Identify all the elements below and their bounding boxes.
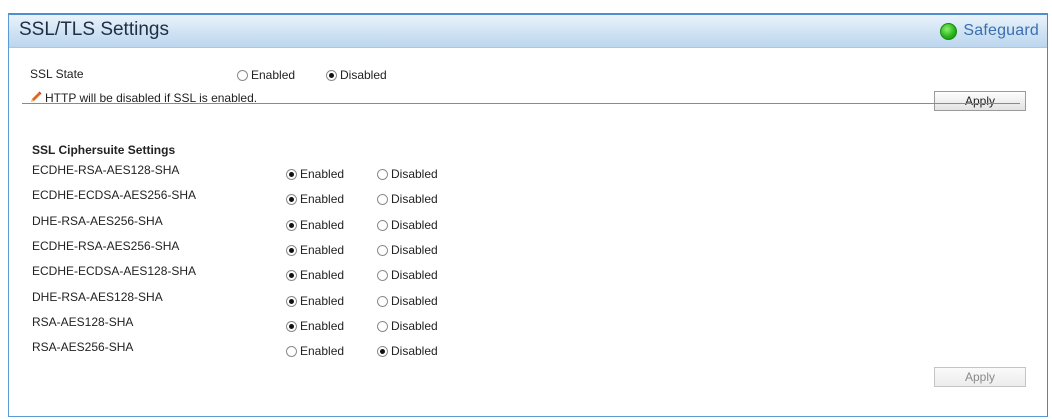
radio-icon: [377, 168, 388, 180]
radio-checked-icon: [286, 168, 297, 180]
ssl-tls-settings-panel: SSL/TLS Settings Safeguard: [8, 13, 1048, 417]
ciphersuite-disabled-label: Disabled: [391, 344, 438, 358]
ciphersuite-disabled-label: Disabled: [391, 294, 438, 308]
radio-checked-icon: [286, 269, 297, 281]
ciphersuite-section-title: SSL Ciphersuite Settings: [32, 143, 176, 157]
ciphersuite-enabled-label: Enabled: [300, 167, 345, 181]
ciphersuite-disabled-radio[interactable]: Disabled: [377, 319, 438, 333]
ciphersuite-name: ECDHE-RSA-AES256-SHA: [32, 239, 180, 253]
ciphersuite-enabled-label: Enabled: [300, 319, 345, 333]
radio-icon: [377, 320, 388, 332]
radio-icon: [377, 193, 388, 205]
pencil-icon: [31, 91, 42, 102]
ciphersuite-disabled-radio[interactable]: Disabled: [377, 192, 438, 206]
ciphersuite-disabled-label: Disabled: [391, 268, 438, 282]
radio-icon: [286, 345, 297, 357]
ciphersuite-enabled-radio[interactable]: Enabled: [286, 243, 344, 257]
ciphersuite-disabled-radio[interactable]: Disabled: [377, 243, 438, 257]
ciphersuite-apply-button[interactable]: Apply: [934, 367, 1026, 387]
ciphersuite-name: RSA-AES256-SHA: [32, 340, 134, 354]
radio-checked-icon: [286, 193, 297, 205]
ciphersuite-enabled-label: Enabled: [300, 268, 345, 282]
radio-icon: [237, 69, 248, 81]
ciphersuite-disabled-radio[interactable]: Disabled: [377, 218, 438, 232]
radio-icon: [377, 295, 388, 307]
ciphersuite-disabled-label: Disabled: [391, 218, 438, 232]
page-title: SSL/TLS Settings: [19, 19, 169, 40]
ciphersuite-name: RSA-AES128-SHA: [32, 315, 134, 329]
radio-checked-icon: [286, 219, 297, 231]
ssl-state-enabled-label: Enabled: [251, 68, 296, 82]
ciphersuite-name: DHE-RSA-AES128-SHA: [32, 290, 163, 304]
radio-checked-icon: [286, 295, 297, 307]
ciphersuite-name: DHE-RSA-AES256-SHA: [32, 214, 163, 228]
radio-checked-icon: [377, 345, 388, 357]
ssl-state-disabled-radio[interactable]: Disabled: [326, 68, 387, 82]
radio-checked-icon: [286, 244, 297, 256]
radio-checked-icon: [286, 320, 297, 332]
safeguard-indicator[interactable]: Safeguard: [940, 20, 1039, 42]
ciphersuite-enabled-radio[interactable]: Enabled: [286, 218, 344, 232]
ciphersuite-enabled-radio[interactable]: Enabled: [286, 294, 344, 308]
ssl-state-disabled-label: Disabled: [340, 68, 387, 82]
ciphersuite-name: ECDHE-ECDSA-AES256-SHA: [32, 188, 197, 202]
ssl-state-label: SSL State: [30, 67, 84, 81]
ciphersuite-enabled-label: Enabled: [300, 218, 345, 232]
radio-icon: [377, 269, 388, 281]
ciphersuite-enabled-label: Enabled: [300, 243, 345, 257]
section-divider: [22, 103, 1020, 104]
ciphersuite-enabled-radio[interactable]: Enabled: [286, 167, 344, 181]
ciphersuite-enabled-radio[interactable]: Enabled: [286, 192, 344, 206]
safeguard-label: Safeguard: [963, 22, 1039, 39]
ciphersuite-enabled-radio[interactable]: Enabled: [286, 344, 344, 358]
ciphersuite-disabled-label: Disabled: [391, 167, 438, 181]
ciphersuite-disabled-label: Disabled: [391, 319, 438, 333]
ciphersuite-disabled-radio[interactable]: Disabled: [377, 167, 438, 181]
ciphersuite-name: ECDHE-RSA-AES128-SHA: [32, 163, 180, 177]
ciphersuite-enabled-radio[interactable]: Enabled: [286, 268, 344, 282]
ciphersuite-disabled-radio[interactable]: Disabled: [377, 268, 438, 282]
ciphersuite-enabled-label: Enabled: [300, 344, 345, 358]
ciphersuite-enabled-radio[interactable]: Enabled: [286, 319, 344, 333]
ciphersuite-enabled-label: Enabled: [300, 294, 345, 308]
ssl-state-enabled-radio[interactable]: Enabled: [237, 68, 295, 82]
ssl-state-apply-button[interactable]: Apply: [934, 91, 1026, 111]
radio-checked-icon: [326, 69, 337, 81]
panel-header: SSL/TLS Settings Safeguard: [9, 15, 1047, 48]
ciphersuite-disabled-label: Disabled: [391, 192, 438, 206]
ciphersuite-disabled-label: Disabled: [391, 243, 438, 257]
ciphersuite-disabled-radio[interactable]: Disabled: [377, 344, 438, 358]
ciphersuite-name: ECDHE-ECDSA-AES128-SHA: [32, 264, 197, 278]
ciphersuite-disabled-radio[interactable]: Disabled: [377, 294, 438, 308]
safeguard-status-icon: [940, 22, 958, 40]
ciphersuite-enabled-label: Enabled: [300, 192, 345, 206]
radio-icon: [377, 244, 388, 256]
radio-icon: [377, 219, 388, 231]
